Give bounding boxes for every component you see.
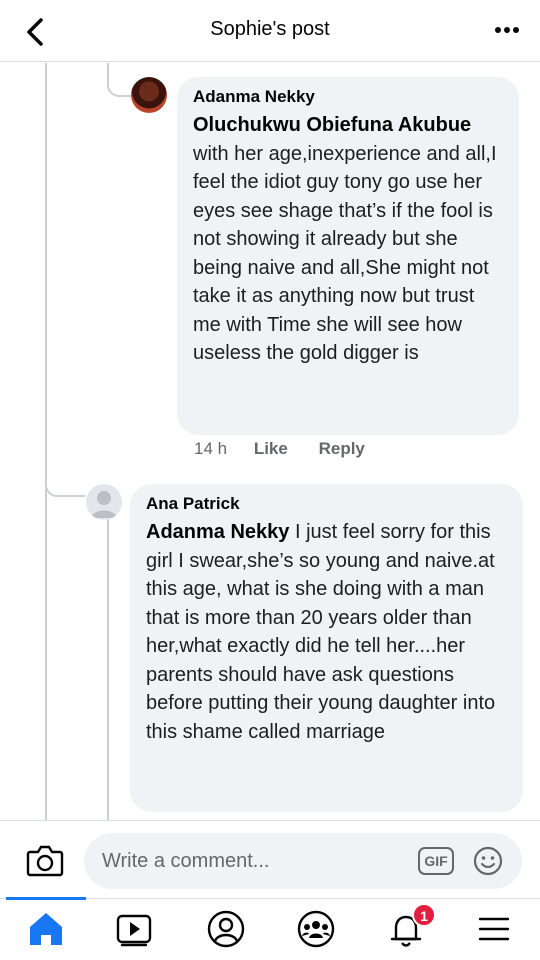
mention-link[interactable]: Oluchukwu Obiefuna Akubue: [193, 114, 471, 136]
more-dots-icon: [495, 27, 519, 33]
thread-line: [107, 513, 109, 820]
smiley-icon: [473, 846, 503, 876]
comment-text: Adanma Nekky I just feel sorry for this …: [146, 518, 507, 746]
home-icon: [30, 913, 62, 945]
post-header: Sophie's post: [0, 0, 540, 62]
profile-icon: [207, 910, 245, 948]
tab-profile[interactable]: [202, 907, 250, 951]
comment-input[interactable]: [102, 833, 402, 889]
menu-icon: [478, 917, 510, 941]
comment-author[interactable]: Adanma Nekky: [193, 87, 503, 107]
gif-button[interactable]: GIF: [418, 847, 454, 875]
camera-icon: [26, 845, 64, 877]
comment-box: GIF: [84, 833, 522, 889]
comment-thread: Adanma Nekky Oluchukwu Obiefuna Akubue w…: [0, 63, 540, 820]
reply-button[interactable]: Reply: [319, 439, 365, 458]
tab-notifications[interactable]: 1: [382, 903, 436, 951]
active-tab-indicator: [6, 897, 86, 900]
comment-bubble: Adanma Nekky Oluchukwu Obiefuna Akubue w…: [177, 77, 519, 435]
mention-link[interactable]: Adanma Nekky: [146, 521, 289, 543]
comment-bubble: Ana Patrick Adanma Nekky I just feel sor…: [130, 484, 523, 812]
camera-button[interactable]: [26, 843, 64, 877]
tab-watch[interactable]: [110, 907, 158, 951]
comment-body: with her age,inexperience and all,I feel…: [193, 142, 497, 365]
reply-connector: [45, 459, 85, 497]
more-options-button[interactable]: [492, 18, 522, 42]
page-title: Sophie's post: [210, 18, 330, 40]
video-icon: [116, 914, 152, 947]
comment-author[interactable]: Ana Patrick: [146, 494, 507, 514]
avatar[interactable]: [86, 484, 122, 520]
notification-badge: 1: [412, 903, 436, 927]
avatar[interactable]: [131, 77, 167, 113]
tab-groups[interactable]: [292, 907, 340, 951]
comment-actions: 14 h Like Reply: [194, 439, 391, 459]
like-button[interactable]: Like: [254, 439, 288, 458]
comment-time[interactable]: 14 h: [194, 439, 227, 458]
bottom-navigation: 1: [0, 897, 540, 960]
emoji-button[interactable]: [472, 845, 504, 877]
thread-line: [45, 63, 47, 820]
comment-body: I just feel sorry for this girl I swear,…: [146, 521, 496, 743]
tab-home[interactable]: [22, 907, 70, 951]
comment-text: Oluchukwu Obiefuna Akubue with her age,i…: [193, 111, 503, 368]
reply-connector: [107, 63, 131, 97]
tab-menu[interactable]: [470, 907, 518, 951]
comment-composer: GIF: [0, 820, 540, 898]
default-user-icon: [91, 491, 117, 518]
groups-icon: [297, 910, 335, 948]
